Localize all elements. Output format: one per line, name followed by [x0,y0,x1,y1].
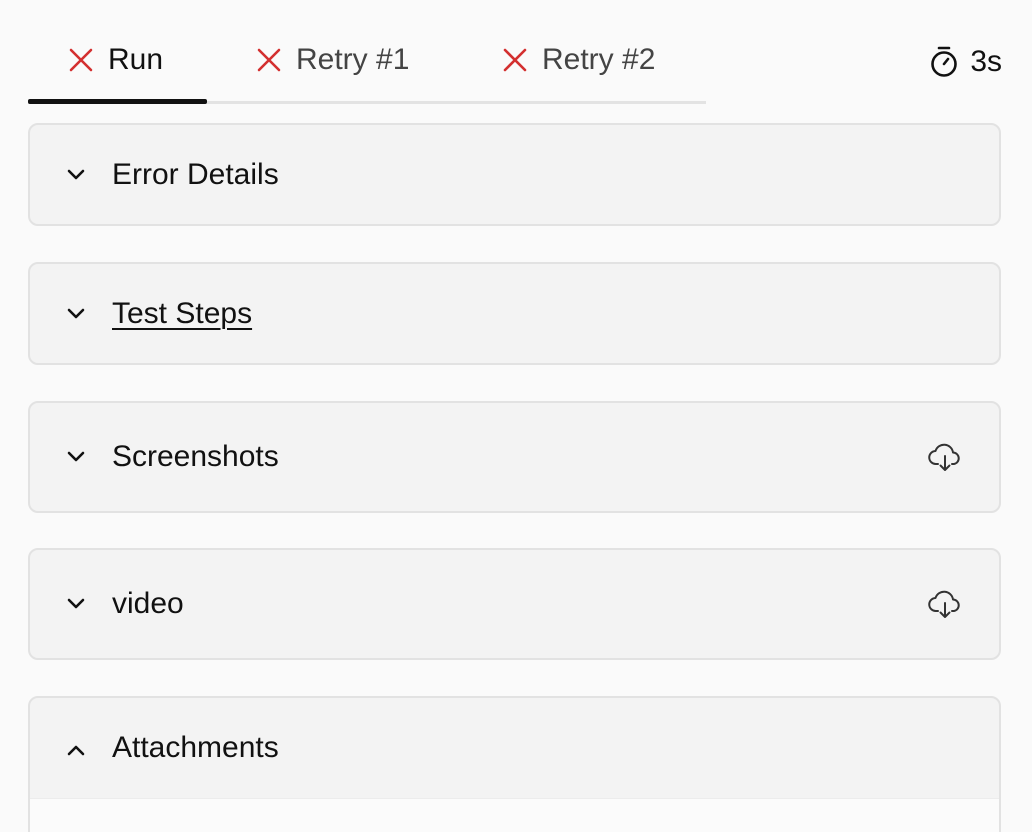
panel-title: Screenshots [112,440,279,473]
attachments-body [30,798,999,832]
panel-screenshots[interactable]: Screenshots [28,401,1001,513]
cloud-download-icon[interactable] [927,439,963,475]
cloud-download-icon[interactable] [927,586,963,622]
tab-label: Retry #1 [296,43,410,76]
chevron-down-icon [67,451,85,462]
chevron-down-icon [67,169,85,179]
failed-x-icon [503,48,527,72]
tab-label: Run [108,43,164,76]
panel-title: video [112,587,184,620]
panel-title: Test Steps [112,296,253,330]
panel-header[interactable]: Attachments [30,698,999,798]
panel-test-steps[interactable]: Test Steps [28,262,1001,365]
panel-video[interactable]: video [28,548,1001,660]
panel-title: Error Details [112,157,279,191]
stopwatch-icon [931,46,958,77]
chevron-down-icon [67,598,85,609]
chevron-down-icon [67,308,85,318]
tab-label: Retry #2 [542,43,656,76]
failed-x-icon [257,48,281,72]
attempt-tabs: Run Retry #1 Retry #2 [28,20,706,104]
panel-title: Attachments [112,731,279,764]
duration: 3s [928,40,1002,84]
tab-retry-1[interactable]: Retry #1 [256,20,409,104]
panel-error-details[interactable]: Error Details [28,123,1001,226]
tab-retry-2[interactable]: Retry #2 [502,20,655,104]
test-result-view: Run Retry #1 Retry #2 3s Error Details T… [0,0,1032,832]
panel-attachments: Attachments [28,696,1001,832]
active-tab-indicator [28,99,207,104]
tab-run[interactable]: Run [68,20,163,104]
duration-value: 3s [970,45,1002,78]
chevron-up-icon [67,745,85,756]
failed-x-icon [69,48,93,72]
